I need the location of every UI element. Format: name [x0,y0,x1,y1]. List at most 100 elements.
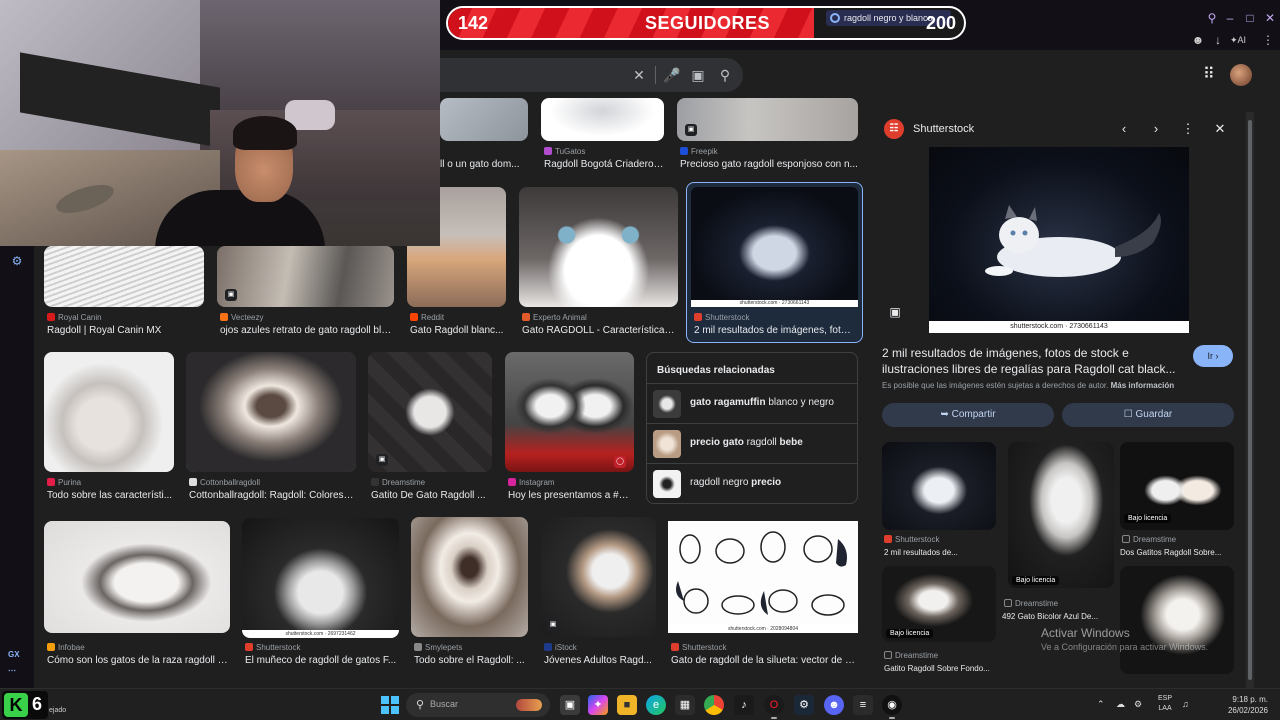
kick-count: 6 [32,694,43,714]
related-search-item[interactable]: precio gato ragdoll bebe [647,423,857,463]
terminal-icon[interactable]: ≡ [853,695,873,715]
image-title[interactable]: ll o un gato dom... [440,159,530,170]
image-tile[interactable]: ▣ [368,352,492,472]
gx-label: GX [8,650,20,659]
close-window-icon[interactable]: ✕ [1262,10,1278,26]
avatar[interactable] [1230,64,1252,86]
image-title[interactable]: Todo sobre el Ragdoll: ... [414,655,528,666]
image-tile[interactable] [519,187,678,307]
obs-icon[interactable]: ◉ [882,695,902,715]
image-title[interactable]: Gatito Ragdoll Sobre Fondo... [884,664,990,673]
weather-text[interactable]: ejado [49,707,66,714]
voice-search-icon[interactable]: 🎤 [662,65,682,85]
image-tile[interactable]: shutterstock.com · 2028094804 [668,521,858,633]
download-icon[interactable]: ↓ [1210,32,1226,48]
store-icon[interactable]: ▦ [675,695,695,715]
related-image-tile[interactable]: Bajo licencia [1120,442,1234,530]
image-title[interactable]: El muñeco de ragdoll de gatos F... [245,655,399,666]
image-tile[interactable]: ▣ [677,98,858,141]
image-title[interactable]: Gatito De Gato Ragdoll ... [371,490,491,501]
image-tile[interactable] [44,521,230,633]
profile-icon[interactable]: ☻ [1190,32,1206,48]
preview-image[interactable] [929,147,1189,333]
image-title[interactable]: Cómo son los gatos de la raza ragdoll - … [47,655,229,666]
image-tile[interactable]: shutterstock.com · 2697231462 [242,518,399,638]
image-tile[interactable] [44,352,174,472]
image-title[interactable]: Hoy les presentamos a #P... [508,490,632,501]
search-bar[interactable]: ✕ 🎤 ▣ ⚲ [440,58,743,92]
image-title[interactable]: 492 Gato Bicolor Azul De... [1002,612,1098,621]
steam-icon[interactable]: ⚙ [794,695,814,715]
lens-icon[interactable]: ▣ [688,65,708,85]
image-title[interactable]: Todo sobre las característi... [47,490,173,501]
save-button[interactable]: ☐ Guardar [1062,403,1234,427]
image-tile[interactable]: ◯ [505,352,634,472]
related-search-item[interactable]: ragdoll negro precio [647,463,857,503]
image-title[interactable]: 2 mil resultados de... [884,548,958,557]
image-title[interactable]: Gato RAGDOLL - Características,... [522,325,678,336]
tray-app-icon[interactable]: ☁ [1116,699,1125,710]
tray-network-icon[interactable]: ⚙ [1134,699,1142,710]
windows-start-icon[interactable] [381,696,399,714]
maximize-icon[interactable]: □ [1242,10,1258,26]
image-title[interactable]: Dos Gatitos Ragdoll Sobre... [1120,548,1221,557]
visit-button[interactable]: Ir › [1193,345,1233,367]
settings-icon[interactable]: ⚙ [10,254,24,268]
image-title[interactable]: Jóvenes Adultos Ragd... [544,655,656,666]
search-icon[interactable]: ⚲ [715,65,735,85]
image-tile[interactable]: shutterstock.com · 2730661143 [691,187,858,307]
share-button[interactable]: ➥ Compartir [882,403,1054,427]
lens-search-icon[interactable]: ▣ [886,303,904,321]
image-tile[interactable] [440,98,528,141]
apps-grid-icon[interactable]: ⠿ [1203,67,1219,83]
image-title[interactable]: ojos azules retrato de gato ragdoll bla.… [220,325,392,336]
image-tile[interactable] [541,98,664,141]
opera-icon[interactable]: O [764,695,784,715]
image-title[interactable]: Cottonballragdoll: Ragdoll: Colores ... [189,490,354,501]
edge-icon[interactable]: e [646,695,666,715]
more-info-link[interactable]: Más información [1111,381,1175,390]
more-icon[interactable]: ⋯ [8,666,16,675]
close-icon[interactable]: ✕ [1212,121,1228,137]
file-explorer-icon[interactable]: ■ [617,695,637,715]
discord-icon[interactable]: ☻ [824,695,844,715]
related-image-tile[interactable]: Bajo licencia [1008,442,1114,588]
chrome-icon[interactable] [704,695,724,715]
image-title[interactable]: Ragdoll Bogotá Criadero ... [544,159,664,170]
panel-scrollbar[interactable] [1246,112,1254,688]
active-app-indicator [889,717,895,719]
system-clock[interactable]: 9:18 p. m. 26/02/2026 [1198,694,1268,716]
ai-icon[interactable]: ✦AI [1230,32,1246,48]
next-icon[interactable]: › [1148,121,1164,137]
related-image-tile[interactable] [1120,566,1234,674]
preview-title[interactable]: 2 mil resultados de imágenes, fotos de s… [882,345,1182,377]
search-icon[interactable]: ⚲ [1204,10,1220,26]
image-tile[interactable]: ▣ [217,246,394,307]
image-title[interactable]: Ragdoll | Royal Canin MX [47,325,205,336]
related-image-tile[interactable] [882,442,996,530]
related-image-tile[interactable]: Bajo licencia [882,566,996,642]
tray-chevron-icon[interactable]: ⌃ [1097,699,1105,710]
copilot-icon[interactable]: ✦ [588,695,608,715]
task-view-icon[interactable]: ▣ [560,695,580,715]
image-title[interactable]: 2 mil resultados de imágenes, foto... [694,325,854,336]
taskbar-search[interactable]: ⚲ Buscar [406,693,550,717]
image-source: Shutterstock [671,643,726,652]
image-tile[interactable] [44,246,204,307]
image-title[interactable]: Gato Ragdoll blanc... [410,325,506,336]
image-title[interactable]: Precioso gato ragdoll esponjoso con n... [680,159,858,170]
more-options-icon[interactable]: ⋮ [1180,121,1196,137]
panel-site-name[interactable]: Shutterstock [913,123,974,135]
related-search-item[interactable]: gato ragamuffin blanco y negro [647,383,857,423]
image-tile[interactable]: ▣ [541,517,656,637]
minimize-icon[interactable]: – [1222,10,1238,26]
language-indicator[interactable]: ESP LAA [1158,694,1172,714]
volume-icon[interactable]: ♫ [1182,699,1189,709]
image-tile[interactable] [411,517,528,637]
previous-icon[interactable]: ‹ [1116,121,1132,137]
menu-icon[interactable]: ⋮ [1260,32,1276,48]
image-tile[interactable] [186,352,356,472]
tiktok-icon[interactable]: ♪ [734,695,754,715]
clear-icon[interactable]: ✕ [629,65,649,85]
image-title[interactable]: Gato de ragdoll de la silueta: vector de… [671,655,856,666]
